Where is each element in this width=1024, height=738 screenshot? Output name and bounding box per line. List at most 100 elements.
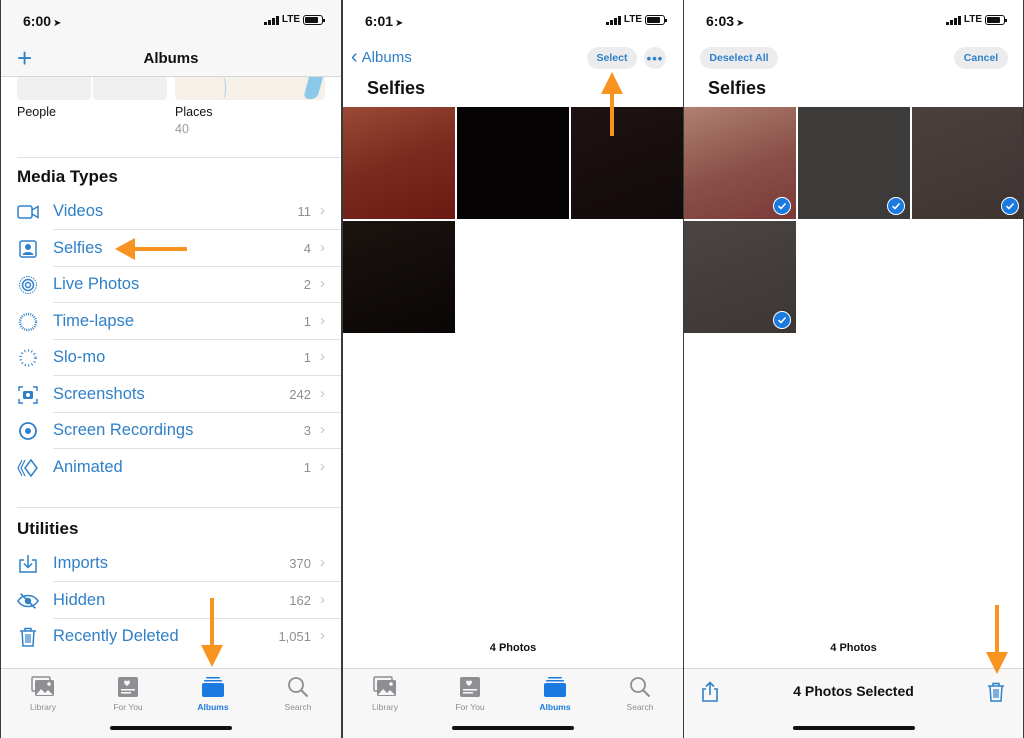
library-icon bbox=[13, 675, 73, 699]
tab-label: For You bbox=[113, 702, 143, 712]
tab-for-you[interactable]: For You bbox=[98, 675, 158, 712]
list-item-count: 1,051 bbox=[278, 629, 311, 644]
list-item-screenshots[interactable]: Screenshots 242 › bbox=[1, 377, 341, 413]
live-photo-icon bbox=[17, 275, 39, 295]
people-thumbnail[interactable] bbox=[17, 77, 91, 100]
checkmark-icon bbox=[773, 197, 791, 215]
photo-thumbnail-selected[interactable] bbox=[798, 107, 910, 219]
list-item-animated[interactable]: Animated 1 › bbox=[1, 450, 341, 486]
library-icon bbox=[355, 675, 415, 699]
import-icon bbox=[17, 554, 39, 574]
tab-bar: Library For You Albums Search bbox=[1, 668, 341, 738]
network-type: LTE bbox=[963, 14, 982, 25]
search-icon bbox=[610, 675, 670, 699]
selection-toolbar: 4 Photos Selected bbox=[684, 668, 1023, 738]
back-button[interactable]: ‹ Albums bbox=[351, 47, 412, 67]
page-title: Albums bbox=[143, 50, 199, 67]
album-title: Selfies bbox=[708, 78, 767, 98]
location-arrow-icon: ➤ bbox=[395, 18, 404, 29]
list-item-hidden[interactable]: Hidden 162 › bbox=[1, 583, 341, 619]
list-item-count: 4 bbox=[303, 240, 311, 256]
home-indicator bbox=[110, 726, 232, 730]
signal-bars-icon bbox=[945, 15, 961, 25]
photo-thumbnail-selected[interactable] bbox=[912, 107, 1023, 219]
chevron-right-icon: › bbox=[320, 202, 325, 219]
battery-icon bbox=[985, 14, 1007, 25]
photo-thumbnail[interactable] bbox=[571, 107, 683, 219]
select-button[interactable]: Select bbox=[587, 47, 637, 69]
photo-thumbnail[interactable] bbox=[343, 107, 455, 219]
list-item-label: Selfies bbox=[53, 238, 103, 257]
list-item-screen-recordings[interactable]: Screen Recordings 3 › bbox=[1, 413, 341, 449]
status-time: 6:00 ➤ bbox=[23, 13, 62, 29]
places-map-thumbnail[interactable] bbox=[175, 77, 325, 100]
deselect-all-button[interactable]: Deselect All bbox=[700, 47, 778, 69]
chevron-right-icon: › bbox=[320, 384, 325, 402]
status-time: 6:03 ➤ bbox=[706, 13, 745, 29]
trash-icon bbox=[17, 627, 39, 647]
list-item-live-photos[interactable]: Live Photos 2 › bbox=[1, 267, 341, 303]
list-item-label: Time-lapse bbox=[53, 311, 134, 330]
annotation-arrow-head bbox=[986, 652, 1008, 674]
photo-thumbnail[interactable] bbox=[343, 221, 455, 333]
list-item-label: Live Photos bbox=[53, 275, 140, 293]
tab-label: Library bbox=[30, 702, 56, 712]
chevron-right-icon: › bbox=[320, 457, 325, 475]
list-item-count: 370 bbox=[289, 556, 311, 571]
tab-label: Search bbox=[626, 702, 654, 712]
tab-search[interactable]: Search bbox=[268, 675, 328, 712]
list-item-count: 1 bbox=[303, 459, 311, 475]
signal-bars-icon bbox=[263, 15, 279, 25]
annotation-arrow bbox=[610, 92, 614, 136]
screen-recording-icon bbox=[17, 421, 39, 441]
albums-screen: 6:00 ➤ LTE + Albums People Places 40 Medi… bbox=[1, 0, 341, 738]
tab-label: Albums bbox=[539, 702, 571, 712]
tab-for-you[interactable]: For You bbox=[440, 675, 500, 712]
screenshot-icon bbox=[17, 385, 39, 405]
chevron-right-icon: › bbox=[320, 348, 325, 365]
chevron-right-icon: › bbox=[320, 421, 325, 438]
list-item-label: Recently Deleted bbox=[53, 627, 179, 645]
tab-library[interactable]: Library bbox=[13, 675, 73, 712]
list-item-time-lapse[interactable]: Time-lapse 1 › bbox=[1, 304, 341, 340]
photo-thumbnail-selected[interactable] bbox=[684, 221, 796, 333]
tab-search[interactable]: Search bbox=[610, 675, 670, 712]
back-label: Albums bbox=[361, 48, 412, 66]
people-thumbnail[interactable] bbox=[93, 77, 167, 100]
checkmark-icon bbox=[1001, 197, 1019, 215]
annotation-arrow bbox=[131, 247, 187, 251]
annotation-arrow-head bbox=[601, 72, 623, 94]
tab-library[interactable]: Library bbox=[355, 675, 415, 712]
list-item-recently-deleted[interactable]: Recently Deleted 1,051 › bbox=[1, 619, 341, 655]
list-item-imports[interactable]: Imports 370 › bbox=[1, 546, 341, 582]
list-item-label: Animated bbox=[53, 457, 123, 476]
nav-bar: 6:00 ➤ LTE + Albums bbox=[1, 0, 341, 77]
divider bbox=[17, 507, 341, 508]
list-item-count: 1 bbox=[303, 350, 311, 365]
list-item-label: Imports bbox=[53, 554, 109, 572]
ellipsis-icon[interactable]: ••• bbox=[644, 47, 666, 69]
list-item-slo-mo[interactable]: Slo-mo 1 › bbox=[1, 340, 341, 376]
albums-icon bbox=[183, 675, 243, 699]
video-camera-icon bbox=[17, 202, 39, 222]
list-item-count: 1 bbox=[303, 313, 311, 329]
selfie-portrait-icon bbox=[17, 239, 39, 259]
network-type: LTE bbox=[281, 14, 300, 25]
selection-count: 4 Photos Selected bbox=[793, 683, 914, 699]
location-arrow-icon: ➤ bbox=[736, 18, 745, 29]
list-item-label: Screen Recordings bbox=[53, 421, 194, 439]
for-you-icon bbox=[98, 675, 158, 699]
photo-thumbnail-selected[interactable] bbox=[684, 107, 796, 219]
list-item-videos[interactable]: Videos 11 › bbox=[1, 194, 341, 230]
tab-label: Search bbox=[284, 702, 312, 712]
tab-albums[interactable]: Albums bbox=[183, 675, 243, 712]
album-places-label[interactable]: Places bbox=[175, 105, 213, 119]
trash-icon[interactable] bbox=[987, 681, 1005, 708]
chevron-right-icon: › bbox=[320, 590, 325, 608]
tab-albums[interactable]: Albums bbox=[525, 675, 585, 712]
album-people-label[interactable]: People bbox=[17, 105, 56, 119]
list-item-count: 242 bbox=[289, 386, 311, 402]
cancel-button[interactable]: Cancel bbox=[954, 47, 1008, 69]
photo-thumbnail[interactable] bbox=[457, 107, 569, 219]
photo-count: 4 Photos bbox=[489, 642, 537, 654]
